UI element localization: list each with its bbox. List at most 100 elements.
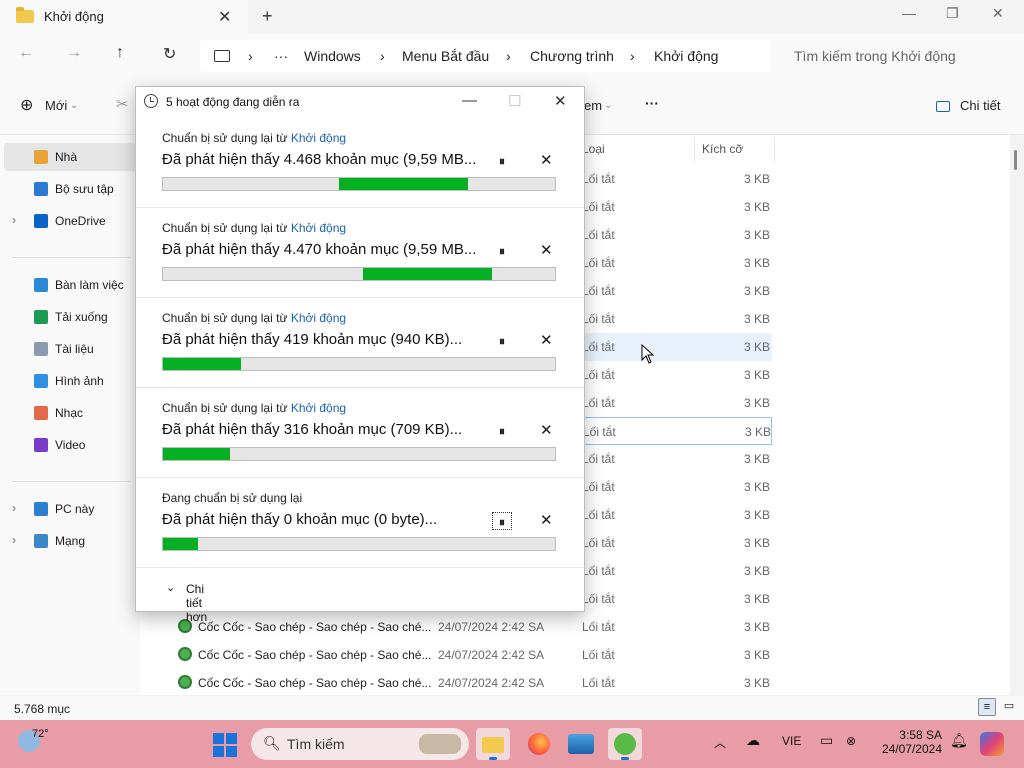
source-folder-link[interactable]: Khởi động (291, 221, 346, 235)
refresh-button[interactable]: ↻ (163, 44, 176, 64)
forward-button[interactable]: → (66, 44, 82, 62)
tab-khoi-dong[interactable]: Khởi động ✕ (0, 0, 248, 34)
notification-bell-icon[interactable]: 🔔︎ (950, 732, 968, 749)
pause-button[interactable]: ⏸ (492, 512, 512, 530)
file-type: Lối tắt (582, 396, 615, 410)
operation-item: Chuẩn bị sử dụng lại từ Khởi động Đã phát… (136, 207, 584, 298)
language-indicator[interactable]: VIE (782, 734, 801, 748)
column-separator[interactable] (774, 137, 775, 161)
sidebar-item[interactable]: Bộ sưu tập (0, 175, 136, 203)
chevron-down-icon: ⌄ (604, 100, 613, 111)
sidebar-item[interactable]: Bàn làm việc (0, 271, 136, 299)
breadcrumb-chuong-trinh[interactable]: Chương trình (530, 48, 614, 64)
operation-caption: Chuẩn bị sử dụng lại từ Khởi động (162, 221, 346, 235)
close-window-button[interactable]: ✕ (992, 5, 1004, 22)
file-row[interactable]: Cốc Cốc - Sao chép - Sao chép - Sao ché.… (140, 669, 772, 697)
pause-button[interactable]: ⏸ (492, 242, 512, 260)
sidebar-item[interactable]: Tài liệu (0, 335, 136, 363)
photos-taskbar-icon[interactable] (564, 728, 598, 760)
file-row[interactable]: Cốc Cốc - Sao chép - Sao chép - Sao ché.… (140, 613, 772, 641)
sidebar-item[interactable]: › OneDrive (0, 207, 136, 235)
breadcrumb-khoi-dong[interactable]: Khởi động (654, 48, 718, 64)
back-button[interactable]: ← (18, 44, 34, 62)
cancel-operation-button[interactable]: ✕ (540, 421, 553, 439)
show-hidden-icons-button[interactable]: ︿ (714, 734, 726, 751)
chevron-right-icon[interactable]: › (12, 501, 16, 515)
sidebar-item[interactable]: Tải xuống (0, 303, 136, 331)
file-type: Lối tắt (582, 536, 615, 550)
cloud-icon (34, 214, 48, 228)
clock-icon (144, 94, 158, 108)
sidebar-item[interactable]: Nhạc (0, 399, 136, 427)
column-type[interactable]: Loại (582, 142, 605, 156)
sidebar-item[interactable]: Video (0, 431, 136, 459)
mouse-cursor-icon (641, 344, 655, 364)
cancel-operation-button[interactable]: ✕ (540, 511, 553, 529)
file-row[interactable]: Cốc Cốc - Sao chép - Sao chép - Sao ché.… (140, 641, 772, 669)
dialog-close-button[interactable]: ✕ (554, 92, 567, 110)
start-button[interactable] (213, 733, 237, 757)
up-button[interactable]: ↑ (116, 44, 124, 62)
close-tab-icon[interactable]: ✕ (218, 7, 231, 27)
file-size: 3 KB (744, 368, 771, 382)
taskbar-clock[interactable]: 3:58 SA 24/07/2024 (876, 728, 942, 756)
copilot-icon[interactable] (980, 732, 1004, 756)
column-size[interactable]: Kích cỡ (702, 142, 743, 156)
file-size: 3 KB (744, 284, 771, 298)
pause-button[interactable]: ⏸ (492, 152, 512, 170)
breadcrumb[interactable]: › ··· Windows › Menu Bắt đầu › Chương tr… (200, 40, 770, 72)
sidebar-item[interactable]: Hình ảnh (0, 367, 136, 395)
view-button[interactable]: em (584, 98, 602, 113)
tiles-view-icon[interactable]: ▭ (1000, 698, 1018, 716)
sidebar-item[interactable]: › PC này (0, 495, 136, 523)
taskbar-search[interactable]: 🔍︎ Tìm kiếm (251, 728, 469, 760)
file-type: Lối tắt (582, 312, 615, 326)
scrollbar-thumb[interactable] (1014, 150, 1017, 170)
progress-bar (162, 267, 556, 281)
onedrive-offline-icon[interactable]: ☁ (746, 732, 760, 749)
details-button[interactable]: Chi tiết (960, 98, 1000, 113)
minimize-button[interactable]: — (902, 5, 916, 21)
volume-muted-icon[interactable]: ⊗ (846, 734, 856, 748)
file-size: 3 KB (744, 676, 771, 690)
source-folder-link[interactable]: Khởi động (291, 401, 346, 415)
file-explorer-taskbar-icon[interactable] (476, 728, 510, 760)
breadcrumb-menu-bat-dau[interactable]: Menu Bắt đầu (402, 48, 489, 64)
details-view-icon[interactable]: ≡ (978, 698, 996, 716)
file-date: 24/07/2024 2:42 SA (438, 676, 545, 690)
chevron-down-icon: ⌄ (70, 100, 79, 111)
network-icon[interactable]: ▭ (820, 732, 833, 749)
column-separator[interactable] (694, 137, 695, 161)
vertical-scrollbar[interactable] (1012, 140, 1018, 696)
cancel-operation-button[interactable]: ✕ (540, 241, 553, 259)
file-operations-dialog: 5 hoạt động đang diễn ra — ☐ ✕ ⌄ Chi tiế… (135, 86, 585, 624)
pause-button[interactable]: ⏸ (492, 422, 512, 440)
search-input[interactable]: Tìm kiếm trong Khởi động (780, 40, 1012, 72)
sidebar-item[interactable]: Nhà (4, 143, 140, 171)
dialog-maximize-button[interactable]: ☐ (508, 92, 521, 110)
new-button[interactable]: Mới (45, 98, 67, 113)
operation-status: Đã phát hiện thấy 4.468 khoản mục (9,59 … (162, 151, 477, 168)
more-options-button[interactable]: ··· (645, 95, 659, 111)
source-folder-link[interactable]: Khởi động (291, 311, 346, 325)
coccoc-taskbar-icon[interactable] (608, 728, 642, 760)
cancel-operation-button[interactable]: ✕ (540, 151, 553, 169)
video-icon (34, 438, 48, 452)
sidebar-item[interactable]: › Mạng (0, 527, 136, 555)
cancel-operation-button[interactable]: ✕ (540, 331, 553, 349)
coccoc-shortcut-icon (178, 675, 192, 689)
progress-bar (162, 177, 556, 191)
breadcrumb-windows[interactable]: Windows (304, 48, 361, 64)
chevron-right-icon[interactable]: › (12, 533, 16, 547)
file-size: 3 KB (744, 508, 771, 522)
maximize-button[interactable]: ❐ (946, 5, 959, 22)
new-tab-button[interactable]: + (262, 6, 273, 27)
cut-icon[interactable]: ✂ (116, 95, 129, 113)
breadcrumb-more-icon[interactable]: ··· (274, 48, 288, 64)
firefox-taskbar-icon[interactable] (522, 728, 556, 760)
pause-button[interactable]: ⏸ (492, 332, 512, 350)
source-folder-link[interactable]: Khởi động (291, 131, 346, 145)
chevron-right-icon[interactable]: › (12, 213, 16, 227)
dialog-minimize-button[interactable]: — (462, 92, 477, 109)
breadcrumb-separator-icon: › (630, 48, 635, 64)
